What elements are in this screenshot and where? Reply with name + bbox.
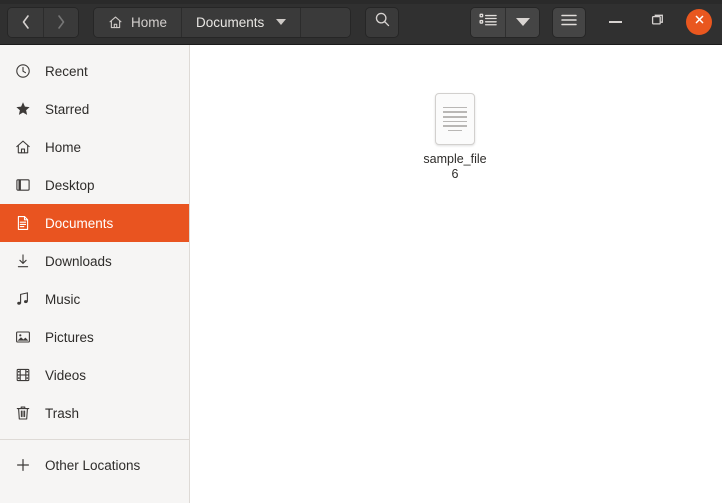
file-manager-window: Home Documents Recent Starred Home Deskt… (0, 0, 722, 503)
doc-line (443, 125, 467, 127)
view-switcher-group (470, 6, 540, 38)
sidebar-item-pictures[interactable]: Pictures (0, 318, 189, 356)
text-document-icon (435, 93, 475, 145)
sidebar-item-label: Videos (45, 367, 87, 383)
sidebar-item-downloads[interactable]: Downloads (0, 242, 189, 280)
desktop-icon (14, 177, 31, 194)
download-icon (14, 253, 31, 270)
sidebar-item-recent[interactable]: Recent (0, 52, 189, 90)
plus-icon (14, 457, 31, 474)
sidebar-item-desktop[interactable]: Desktop (0, 166, 189, 204)
path-bar-empty-space[interactable] (300, 7, 351, 37)
view-options-button[interactable] (505, 7, 539, 37)
path-button-documents[interactable]: Documents (181, 7, 301, 37)
home-icon (14, 139, 31, 156)
sidebar: Recent Starred Home Desktop Documents Do… (0, 45, 190, 503)
sidebar-item-label: Music (45, 291, 81, 307)
close-icon (693, 13, 706, 31)
doc-line (447, 129, 463, 132)
list-view-button[interactable] (471, 7, 505, 37)
doc-line (443, 111, 467, 113)
header-right-group (470, 6, 715, 38)
clock-icon (14, 63, 31, 80)
home-icon (108, 15, 123, 30)
window-body: Recent Starred Home Desktop Documents Do… (0, 45, 722, 503)
picture-icon (14, 329, 31, 346)
minimize-button[interactable] (602, 9, 628, 35)
sidebar-item-home[interactable]: Home (0, 128, 189, 166)
sidebar-item-label: Home (45, 139, 82, 155)
video-icon (14, 367, 31, 384)
sidebar-item-music[interactable]: Music (0, 280, 189, 318)
navigation-button-group (7, 6, 79, 38)
list-view-icon (478, 12, 498, 33)
star-icon (14, 101, 31, 118)
sidebar-item-other-locations[interactable]: Other Locations (0, 446, 189, 484)
restore-icon (650, 12, 665, 32)
sidebar-item-label: Desktop (45, 177, 95, 193)
sidebar-item-label: Trash (45, 405, 80, 421)
file-list-area[interactable]: sample_file6 (190, 45, 722, 503)
path-button-home[interactable]: Home (94, 7, 182, 37)
header-bar: Home Documents (0, 0, 722, 45)
sidebar-item-label: Other Locations (45, 457, 141, 473)
music-icon (14, 291, 31, 308)
chevron-down-icon (515, 18, 530, 26)
file-item[interactable]: sample_file6 (418, 93, 492, 182)
sidebar-separator (0, 439, 189, 440)
sidebar-item-label: Downloads (45, 253, 112, 269)
sidebar-item-label: Starred (45, 101, 90, 117)
sidebar-item-documents[interactable]: Documents (0, 204, 189, 242)
sidebar-item-label: Documents (45, 215, 114, 231)
doc-line (443, 115, 467, 118)
search-icon (374, 11, 391, 33)
path-bar: Home Documents (93, 6, 352, 38)
window-controls (602, 9, 715, 35)
maximize-button[interactable] (644, 9, 670, 35)
back-button[interactable] (8, 7, 43, 37)
doc-line (443, 106, 467, 109)
document-icon (14, 215, 31, 232)
main-menu-button[interactable] (552, 6, 586, 38)
path-button-label: Documents (196, 14, 265, 30)
chevron-down-icon (276, 19, 287, 25)
sidebar-item-starred[interactable]: Starred (0, 90, 189, 128)
file-name-label: sample_file6 (423, 152, 487, 181)
minimize-icon (608, 21, 622, 23)
header-left-group: Home Documents (7, 6, 400, 38)
sidebar-item-videos[interactable]: Videos (0, 356, 189, 394)
sidebar-item-trash[interactable]: Trash (0, 394, 189, 432)
sidebar-item-label: Pictures (45, 329, 94, 345)
hamburger-icon (560, 13, 578, 32)
doc-line (443, 120, 467, 123)
close-button[interactable] (686, 9, 712, 35)
path-button-label: Home (131, 14, 168, 30)
sidebar-item-label: Recent (45, 63, 88, 79)
search-button[interactable] (365, 6, 400, 38)
trash-icon (14, 405, 31, 422)
forward-button[interactable] (43, 7, 78, 37)
